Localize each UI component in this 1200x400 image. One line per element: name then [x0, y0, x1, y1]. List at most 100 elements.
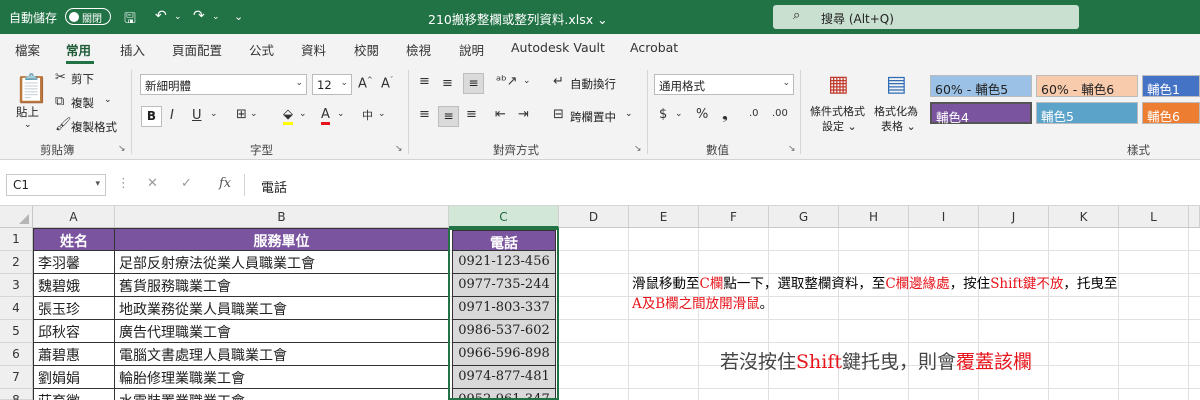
- phonetic-icon[interactable]: 中: [362, 107, 373, 123]
- cell-a8[interactable]: 莊育徵: [33, 389, 115, 400]
- align-left-icon[interactable]: ≡: [419, 107, 430, 122]
- cell-c6[interactable]: 0966-596-898: [452, 343, 556, 366]
- file-name[interactable]: 210搬移整欄或整列資料.xlsx ⌄: [428, 9, 608, 28]
- cell-b2[interactable]: 足部反射療法從業人員職業工會: [115, 251, 449, 274]
- cell-a7[interactable]: 劉娟娟: [33, 366, 115, 389]
- align-right-icon[interactable]: ≡: [466, 107, 477, 122]
- font-launcher-icon[interactable]: ↘: [395, 144, 403, 154]
- font-size-dropdown[interactable]: 12 ⌄: [312, 74, 352, 95]
- copy-dropdown-icon[interactable]: ⌄: [104, 95, 112, 105]
- cell-c2[interactable]: 0921-123-456: [452, 251, 556, 274]
- enter-icon[interactable]: ✓: [181, 176, 192, 191]
- tab-help[interactable]: 說明: [459, 40, 484, 59]
- search-box[interactable]: ⌕ 搜尋 (Alt+Q): [773, 5, 1079, 29]
- font-color-dropdown-icon[interactable]: ⌄: [337, 109, 345, 119]
- redo-dropdown-icon[interactable]: ⌄: [212, 12, 220, 22]
- column-header-m[interactable]: [1189, 206, 1200, 228]
- column-header-l[interactable]: L: [1119, 206, 1189, 228]
- decrease-decimal-icon[interactable]: .00: [772, 108, 788, 119]
- font-color-icon[interactable]: A: [321, 107, 330, 125]
- clipboard-launcher-icon[interactable]: ↘: [118, 144, 126, 154]
- border-icon[interactable]: ⊞: [236, 107, 247, 122]
- style-60-accent5[interactable]: 60% - 輔色5: [930, 75, 1032, 97]
- select-all-button[interactable]: [0, 206, 33, 228]
- alignment-launcher-icon[interactable]: ↘: [634, 144, 642, 154]
- tab-file[interactable]: 檔案: [15, 40, 40, 59]
- row-header-4[interactable]: 4: [0, 297, 33, 320]
- row-header-3[interactable]: 3: [0, 274, 33, 297]
- border-dropdown-icon[interactable]: ⌄: [250, 109, 258, 119]
- currency-icon[interactable]: $: [659, 107, 667, 122]
- cell-c3[interactable]: 0977-735-244: [452, 274, 556, 297]
- style-accent4[interactable]: 輔色4: [930, 102, 1032, 125]
- paste-icon[interactable]: 📋: [14, 72, 49, 105]
- customize-toolbar-icon[interactable]: ⌄: [234, 10, 243, 23]
- increase-font-icon[interactable]: A^: [358, 76, 373, 91]
- conditional-format-icon[interactable]: ▦: [828, 72, 849, 97]
- format-painter-icon[interactable]: 🖌: [55, 117, 72, 132]
- copy-button[interactable]: 複製: [71, 95, 94, 111]
- insert-function-icon[interactable]: fx: [219, 176, 231, 191]
- cell-b3[interactable]: 舊貨服務職業工會: [115, 274, 449, 297]
- column-header-k[interactable]: K: [1049, 206, 1119, 228]
- column-header-f[interactable]: F: [699, 206, 769, 228]
- cell-c8[interactable]: 0952-961-347: [452, 389, 556, 400]
- increase-decimal-icon[interactable]: .0: [749, 108, 759, 119]
- scissors-icon[interactable]: ✂: [55, 70, 66, 85]
- italic-button[interactable]: I: [170, 108, 174, 123]
- worksheet-grid[interactable]: A B C D E F G H I J K L 1 2 3 4 5 6 7 8 …: [0, 206, 1200, 400]
- format-painter-button[interactable]: 複製格式: [71, 119, 117, 135]
- bold-button[interactable]: B: [141, 106, 162, 127]
- comma-icon[interactable]: ❟: [722, 105, 728, 123]
- underline-dropdown-icon[interactable]: ⌄: [210, 109, 218, 119]
- cell-b7[interactable]: 輪胎修理業職業工會: [115, 366, 449, 389]
- align-middle-icon[interactable]: ≡: [442, 76, 453, 91]
- paste-dropdown-icon[interactable]: ⌄: [24, 120, 32, 130]
- cell-a1[interactable]: 姓名: [33, 228, 115, 251]
- align-center-button[interactable]: ≡: [438, 106, 459, 127]
- row-header-1[interactable]: 1: [0, 228, 33, 251]
- tab-insert[interactable]: 插入: [120, 40, 145, 59]
- tab-view[interactable]: 檢視: [406, 40, 431, 59]
- merge-center-button[interactable]: 跨欄置中: [570, 109, 616, 125]
- format-as-table-button[interactable]: 格式化為: [874, 103, 918, 119]
- cell-b1[interactable]: 服務單位: [115, 228, 449, 251]
- formula-input[interactable]: 電話: [244, 174, 1200, 196]
- fill-color-icon[interactable]: ⬙: [283, 107, 293, 125]
- tab-review[interactable]: 校閱: [354, 40, 379, 59]
- row-header-6[interactable]: 6: [0, 343, 33, 366]
- underline-button[interactable]: U: [192, 108, 202, 123]
- cut-button[interactable]: 剪下: [71, 71, 94, 87]
- row-header-8[interactable]: 8: [0, 389, 33, 400]
- column-header-e[interactable]: E: [629, 206, 699, 228]
- format-as-table-icon[interactable]: ▤: [886, 72, 907, 97]
- fill-dropdown-icon[interactable]: ⌄: [299, 109, 307, 119]
- percent-icon[interactable]: %: [696, 107, 708, 122]
- conditional-format-button[interactable]: 條件式格式: [810, 103, 865, 119]
- wrap-text-icon[interactable]: ↵: [553, 74, 564, 89]
- tab-acrobat[interactable]: Acrobat: [630, 40, 678, 55]
- column-header-b[interactable]: B: [115, 206, 449, 228]
- redo-icon[interactable]: ↷: [193, 8, 205, 24]
- cell-b8[interactable]: 水電裝置業職業工會: [115, 389, 449, 400]
- column-header-g[interactable]: G: [769, 206, 839, 228]
- cell-a6[interactable]: 蕭碧惠: [33, 343, 115, 366]
- cancel-icon[interactable]: ✕: [147, 176, 158, 191]
- column-header-a[interactable]: A: [33, 206, 115, 228]
- currency-dropdown-icon[interactable]: ⌄: [675, 109, 683, 119]
- cell-a4[interactable]: 張玉珍: [33, 297, 115, 320]
- column-header-c[interactable]: C: [449, 206, 559, 228]
- style-accent5[interactable]: 輔色5: [1036, 102, 1138, 124]
- tab-formulas[interactable]: 公式: [249, 40, 274, 59]
- cell-c4[interactable]: 0971-803-337: [452, 297, 556, 320]
- column-header-i[interactable]: I: [909, 206, 979, 228]
- number-launcher-icon[interactable]: ↘: [788, 144, 796, 154]
- style-60-accent6[interactable]: 60% - 輔色6: [1036, 75, 1138, 97]
- increase-indent-icon[interactable]: ⇥: [518, 107, 529, 122]
- merge-center-icon[interactable]: ⊟: [553, 107, 564, 122]
- cell-a2[interactable]: 李羽馨: [33, 251, 115, 274]
- cell-c1[interactable]: 電話: [452, 230, 556, 251]
- copy-icon[interactable]: ⧉: [55, 94, 64, 109]
- row-header-7[interactable]: 7: [0, 366, 33, 389]
- row-header-5[interactable]: 5: [0, 320, 33, 343]
